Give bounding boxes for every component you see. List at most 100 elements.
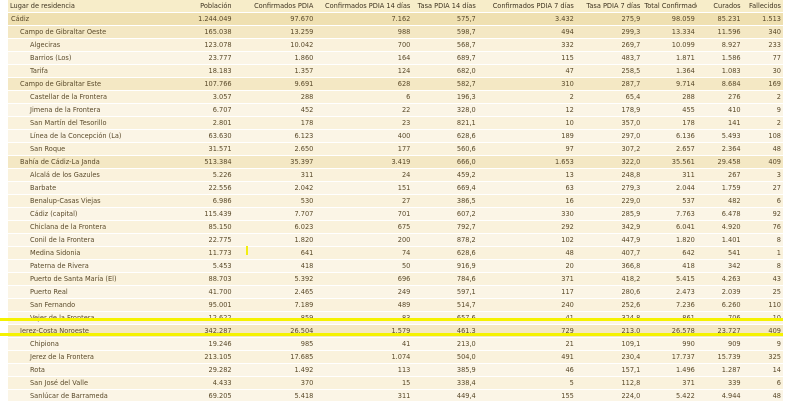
place-name-cell: Chipiona [8, 337, 172, 351]
table-row[interactable]: Puerto de Santa María (El) 88.703 5.392 696… [8, 272, 783, 286]
table-row[interactable]: Castellar de la Frontera 3.057 288 6 196,3 2 6… [8, 90, 783, 104]
value-cell: 92 [742, 207, 783, 221]
table-row[interactable]: Jerez de la Frontera 213.105 17.685 1.074 50… [8, 350, 783, 364]
value-cell: 342,9 [575, 220, 643, 234]
value-cell: 1.759 [696, 181, 743, 195]
value-cell: 12 [477, 103, 576, 117]
value-cell: 332 [477, 38, 576, 52]
place-name-cell: Castellar de la Frontera [8, 90, 172, 104]
value-cell: 916,9 [412, 259, 478, 273]
value-cell: 21 [477, 337, 576, 351]
table-row[interactable]: Barbate 22.556 2.042 151 669,4 63 279,3 2.044 1.… [8, 181, 783, 195]
value-cell: 230,4 [575, 350, 643, 364]
value-cell: 97 [477, 142, 576, 156]
value-cell: 224,0 [575, 389, 643, 401]
col-header-poblacion[interactable]: Población [171, 0, 234, 13]
table-row[interactable]: Chiclana de la Frontera 85.150 6.023 675 792… [8, 220, 783, 234]
value-cell: 675 [315, 220, 413, 234]
value-cell: 6.478 [696, 207, 743, 221]
table-row[interactable]: Alcalá de los Gazules 5.226 311 24 459,2 13 24… [8, 168, 783, 182]
col-header-lugar[interactable]: Lugar de residencia [8, 0, 172, 13]
table-row[interactable]: Línea de la Concepción (La) 63.630 6.123 40… [8, 129, 783, 143]
value-cell: 909 [696, 337, 743, 351]
table-row[interactable]: Vejer de la Frontera 12.622 859 83 657,6 41 32… [8, 311, 783, 325]
table-row[interactable]: Puerto Real 41.700 2.465 249 597,1 117 280,6 2.… [8, 285, 783, 299]
value-cell: 494 [477, 25, 576, 39]
table-row[interactable]: San José del Valle 4.433 370 15 338,4 5 112,8 3… [8, 376, 783, 390]
value-cell: 324,8 [575, 311, 643, 325]
value-cell: 35.397 [233, 155, 316, 169]
value-cell: 598,7 [412, 25, 478, 39]
table-row[interactable]: Barrios (Los) 23.777 1.860 164 689,7 115 483,7… [8, 51, 783, 65]
col-header-fallecidos[interactable]: Fallecidos [742, 0, 783, 13]
value-cell: 123.078 [171, 38, 234, 52]
table-row[interactable]: Cádiz 1.244.049 97.670 7.162 575,7 3.432 275,9… [8, 12, 783, 26]
value-cell: 5.392 [233, 272, 316, 286]
table-row[interactable]: Medina Sidonia 11.773 641 74 628,6 48 407,7 642… [8, 246, 783, 260]
value-cell: 280,6 [575, 285, 643, 299]
place-name-cell: San Martín del Tesorillo [8, 116, 172, 130]
table-row[interactable]: San Fernando 95.001 7.189 489 514,7 240 252,6 7… [8, 298, 783, 312]
value-cell: 5.226 [171, 168, 234, 182]
value-cell: 407,7 [575, 246, 643, 260]
table-row[interactable]: Chipiona 19.246 985 41 213,0 21 109,1 990 909 9 [8, 337, 783, 351]
value-cell: 628 [315, 77, 413, 91]
value-cell: 4.920 [696, 220, 743, 234]
table-row[interactable]: Sanlúcar de Barrameda 69.205 5.418 311 449,4… [8, 389, 783, 401]
value-cell: 311 [642, 168, 697, 182]
place-name-cell: San Roque [8, 142, 172, 156]
value-cell: 310 [477, 77, 576, 91]
value-cell: 88.703 [171, 272, 234, 286]
value-cell: 8.684 [696, 77, 743, 91]
table-row[interactable]: Benalup-Casas Viejas 6.986 530 27 386,5 16 229… [8, 194, 783, 208]
value-cell: 5.453 [171, 259, 234, 273]
value-cell: 63.630 [171, 129, 234, 143]
table-row[interactable]: Conil de la Frontera 22.775 1.820 200 878,2 1… [8, 233, 783, 247]
value-cell: 514,7 [412, 298, 478, 312]
table-row[interactable]: San Martín del Tesorillo 2.801 178 23 821,1 1… [8, 116, 783, 130]
value-cell: 9.691 [233, 77, 316, 91]
value-cell: 213.105 [171, 350, 234, 364]
value-cell: 43 [742, 272, 783, 286]
table-row[interactable]: Rota 29.282 1.492 113 385,9 46 157,1 1.496 1.287… [8, 363, 783, 377]
place-name-cell: Vejer de la Frontera [8, 311, 172, 325]
table-row[interactable]: San Roque 31.571 2.650 177 560,6 97 307,2 2.657… [8, 142, 783, 156]
value-cell: 109,1 [575, 337, 643, 351]
col-header-tasa-7[interactable]: Tasa PDIA 7 días [575, 0, 643, 13]
value-cell: 2 [477, 90, 576, 104]
value-cell: 15.739 [696, 350, 743, 364]
value-cell: 322,0 [575, 155, 643, 169]
table-row[interactable]: Jerez-Costa Noroeste 342.287 26.504 1.579 46… [8, 324, 783, 338]
value-cell: 9.714 [642, 77, 697, 91]
table-row[interactable]: Tarifa 18.183 1.357 124 682,0 47 258,5 1.364 1.0… [8, 64, 783, 78]
table-row[interactable]: Jimena de la Frontera 6.707 452 22 328,0 12 17… [8, 103, 783, 117]
value-cell: 24 [315, 168, 413, 182]
value-cell: 2.465 [233, 285, 316, 299]
value-cell: 513.384 [171, 155, 234, 169]
col-header-confirmados-7[interactable]: Confirmados PDIA 7 días [477, 0, 576, 13]
col-header-confirmados-14[interactable]: Confirmados PDIA 14 días [315, 0, 413, 13]
value-cell: 706 [696, 311, 743, 325]
table-row[interactable]: Cádiz (capital) 115.439 7.707 701 607,2 330 28… [8, 207, 783, 221]
table-row[interactable]: Paterna de Rivera 5.453 418 50 916,9 20 366,8 4… [8, 259, 783, 273]
value-cell: 5.422 [642, 389, 697, 401]
value-cell: 342 [696, 259, 743, 273]
value-cell: 10 [742, 311, 783, 325]
col-header-curados[interactable]: Curados [696, 0, 743, 13]
col-header-confirmados[interactable]: Confirmados PDIA [233, 0, 316, 13]
table-row[interactable]: Campo de Gibraltar Este 107.766 9.691 628 58… [8, 77, 783, 91]
col-header-tasa-14[interactable]: Tasa PDIA 14 días [412, 0, 478, 13]
table-row[interactable]: Algeciras 123.078 10.042 700 568,7 332 269,7 10… [8, 38, 783, 52]
table-row[interactable]: Bahía de Cádiz-La Janda 513.384 35.397 3.41… [8, 155, 783, 169]
value-cell: 325 [742, 350, 783, 364]
value-cell: 861 [642, 311, 697, 325]
table-row[interactable]: Campo de Gibraltar Oeste 165.038 13.259 988… [8, 25, 783, 39]
value-cell: 13 [477, 168, 576, 182]
value-cell: 2.650 [233, 142, 316, 156]
value-cell: 4.433 [171, 376, 234, 390]
value-cell: 115 [477, 51, 576, 65]
col-header-total[interactable]: Total Confirmados [642, 0, 697, 13]
value-cell: 541 [696, 246, 743, 260]
value-cell: 701 [315, 207, 413, 221]
value-cell: 26.578 [642, 324, 697, 338]
